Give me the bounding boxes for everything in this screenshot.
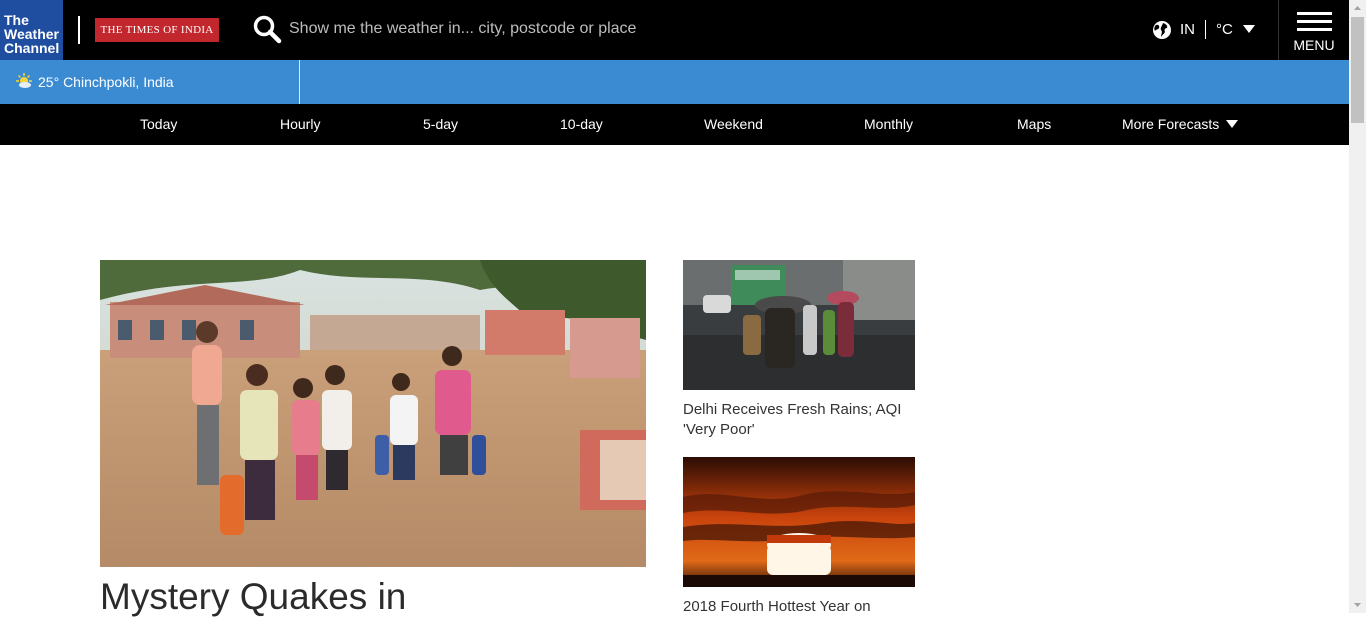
nav-10-day[interactable]: 10-day (560, 116, 603, 132)
top-bar: The Weather Channel THE TIMES OF INDIA I… (0, 0, 1349, 60)
weather-channel-logo[interactable]: The Weather Channel (0, 0, 63, 60)
caret-down-icon (1226, 120, 1239, 128)
school-children-photo (100, 260, 646, 567)
location-name: Chinchpokli, India (63, 74, 174, 90)
logo-divider (78, 16, 80, 44)
side-article-1-title-line-2: 'Very Poor' (683, 421, 755, 438)
search-input[interactable] (289, 16, 789, 42)
nav-hourly[interactable]: Hourly (280, 116, 320, 132)
partly-sunny-icon (16, 73, 32, 88)
nav-today[interactable]: Today (140, 116, 177, 132)
menu-button[interactable]: MENU (1279, 0, 1349, 60)
logo-line-3: Channel (4, 40, 60, 56)
side-article-1-title[interactable]: Delhi Receives Fresh Rains; AQI 'Very Poo… (683, 400, 923, 440)
side-article-2-image[interactable] (683, 457, 915, 587)
main-article-image[interactable] (100, 260, 646, 567)
nav-monthly[interactable]: Monthly (864, 116, 913, 132)
main-article-title[interactable]: Mystery Quakes in (100, 575, 660, 619)
country-selector[interactable]: IN (1180, 21, 1195, 38)
current-location[interactable]: 25° Chinchpokli, India (0, 60, 300, 104)
more-forecasts-label: More Forecasts (1122, 116, 1220, 132)
globe-icon[interactable] (1152, 20, 1172, 40)
search-icon[interactable] (252, 14, 282, 44)
logo-line-1: The (4, 12, 29, 28)
side-article-1-image[interactable] (683, 260, 915, 390)
scroll-up-arrow-icon[interactable] (1349, 0, 1366, 17)
scroll-thumb[interactable] (1351, 17, 1364, 123)
forecast-nav: Today Hourly 5-day 10-day Weekend Monthl… (0, 104, 1349, 145)
location-label: 25° Chinchpokli, India (38, 74, 174, 90)
nav-maps[interactable]: Maps (1017, 116, 1051, 132)
side-article-1-title-line-1: Delhi Receives Fresh Rains; AQI (683, 401, 902, 418)
chevron-down-icon[interactable] (1243, 25, 1255, 33)
location-temperature: 25° (38, 74, 60, 90)
unit-selector[interactable]: °C (1216, 21, 1233, 38)
sunset-photo (683, 457, 915, 587)
nav-5-day[interactable]: 5-day (423, 116, 458, 132)
page-scrollbar[interactable] (1349, 0, 1366, 613)
hamburger-icon (1297, 12, 1332, 32)
side-article-2-title[interactable]: 2018 Fourth Hottest Year on (683, 597, 923, 617)
nav-weekend[interactable]: Weekend (704, 116, 763, 132)
times-of-india-logo[interactable]: THE TIMES OF INDIA (95, 18, 219, 42)
location-bar: 25° Chinchpokli, India (0, 60, 1349, 104)
scroll-down-arrow-icon[interactable] (1349, 596, 1366, 613)
rainy-street-photo (683, 260, 915, 390)
unit-divider (1205, 20, 1206, 39)
logo-line-2: Weather (4, 26, 59, 42)
nav-more-forecasts[interactable]: More Forecasts (1122, 116, 1239, 132)
menu-label: MENU (1293, 37, 1335, 53)
